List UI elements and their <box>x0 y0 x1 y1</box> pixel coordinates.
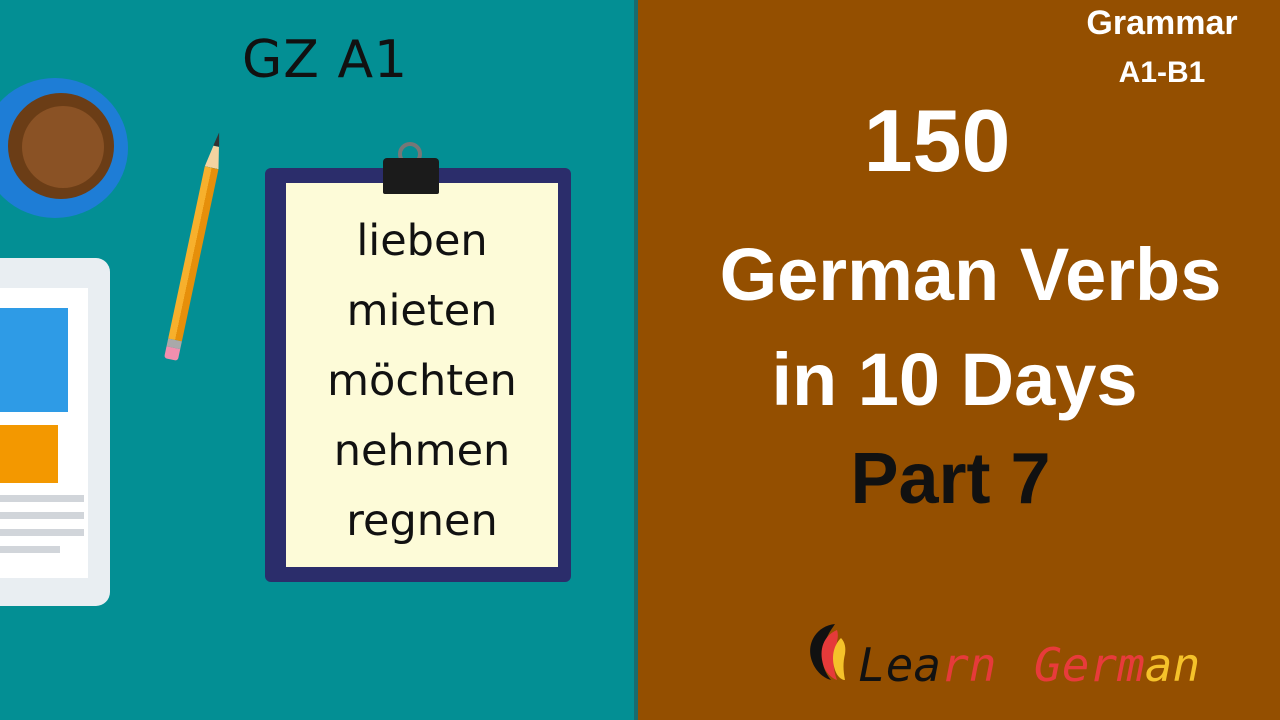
verb-item: nehmen <box>333 426 511 476</box>
verb-item: möchten <box>327 356 517 406</box>
brand-learn: Learn <box>858 638 996 692</box>
brand-german: German <box>1034 638 1200 692</box>
verb-item: mieten <box>346 286 498 336</box>
grammar-badge: Grammar <box>1086 4 1238 42</box>
verb-item: lieben <box>356 216 488 266</box>
germany-flag-drop-icon <box>810 624 846 680</box>
headline-line1: German Verbs <box>719 233 1222 316</box>
brand-learn-a: Lea <box>858 638 942 692</box>
verb-list: lieben mieten möchten nehmen regnen <box>286 210 558 560</box>
binder-clip-base <box>383 158 439 194</box>
level-header: GZ A1 <box>242 30 409 90</box>
headline-number: 150 <box>863 91 1011 190</box>
brand-learn-b: rn <box>941 638 997 692</box>
verb-item: regnen <box>346 496 498 546</box>
brand-german-b: an <box>1144 638 1201 692</box>
brand-german-a: Germ <box>1034 638 1145 692</box>
headline-line2: in 10 Days <box>771 338 1138 421</box>
part-label: Part 7 <box>850 439 1051 519</box>
level-badge: A1-B1 <box>1118 56 1206 89</box>
